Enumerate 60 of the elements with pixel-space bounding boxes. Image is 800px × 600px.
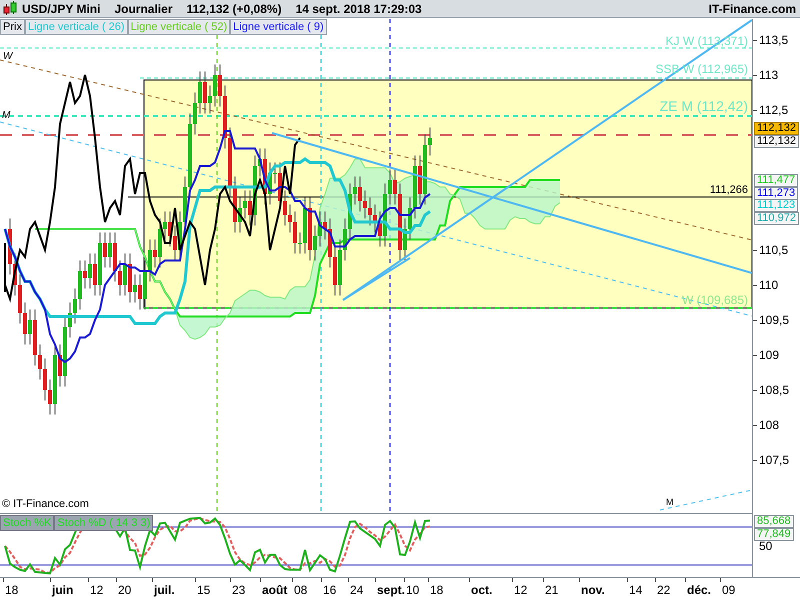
axis-label: 108,5	[759, 384, 790, 396]
axis-label: 109,5	[759, 314, 790, 326]
brand-name: IT-Finance.com	[708, 0, 796, 18]
axis-label: 113,5	[759, 34, 788, 46]
line-label: ZE M (112,42)	[660, 99, 748, 113]
axis-label: 110	[759, 279, 778, 291]
date-label: 09	[722, 584, 736, 596]
axis-label: 108	[759, 419, 780, 431]
legend-tab[interactable]: Ligne verticale ( 9)	[230, 19, 327, 35]
date-label: 10	[406, 584, 420, 596]
date-label: 14	[629, 584, 642, 596]
axis-label: 107,5	[759, 454, 790, 466]
date-label: 20	[118, 584, 132, 596]
price-quote: 112,132 (+0,08%)	[186, 0, 282, 18]
line-label: 111,266	[710, 185, 748, 196]
date-label: oct.	[471, 584, 492, 596]
line-label: SSB W (112,965)	[656, 63, 748, 75]
date-label: 16	[323, 584, 336, 596]
axis-label: 110,5	[759, 244, 788, 256]
date-label: 24	[350, 584, 364, 596]
axis-label: 50	[759, 540, 772, 552]
symbol-name: USD/JPY Mini	[22, 0, 100, 18]
date-label: 12	[514, 584, 528, 596]
line-label: M	[2, 111, 10, 121]
indicator-tag: 77,849	[754, 528, 794, 541]
legend-tab[interactable]: Stoch %D ( 14 3 3)	[54, 515, 154, 531]
axis-label: 109	[759, 349, 780, 361]
price-tag: 112,132	[754, 135, 799, 148]
date-label: juin	[52, 584, 74, 596]
date-label: 23	[232, 584, 246, 596]
date-label: 15	[197, 584, 210, 596]
axis-label: 112,5	[759, 104, 788, 116]
copyright-text: © IT-Finance.com	[2, 499, 89, 510]
legend-tab[interactable]: Stoch %K	[0, 515, 54, 531]
date-label: 22	[657, 584, 670, 596]
price-tag: 112,132	[754, 122, 799, 135]
date-label: juil.	[154, 584, 175, 596]
axis-label: 113	[759, 69, 778, 81]
line-label: M	[666, 498, 674, 507]
legend-tab[interactable]: Prix	[0, 19, 25, 35]
period-label: Journalier	[114, 0, 172, 18]
date-label: déc.	[687, 584, 712, 596]
date-label: nov.	[581, 584, 605, 596]
quote-timestamp: 14 sept. 2018 17:29:03	[296, 0, 422, 18]
date-label: août	[262, 584, 288, 596]
price-tag: 111,273	[754, 187, 798, 200]
price-tag: 110,972	[754, 212, 799, 225]
date-label: sept.	[377, 584, 406, 596]
price-tag: 111,477	[754, 174, 798, 187]
candlestick-icon	[3, 1, 17, 16]
date-label: 21	[545, 584, 558, 596]
indicator-tag: 85,668	[754, 515, 794, 528]
line-label: W	[3, 52, 12, 62]
date-label: 18	[5, 584, 18, 596]
date-label: 08	[294, 584, 308, 596]
date-label: 18	[430, 584, 444, 596]
legend-tab[interactable]: Ligne verticale ( 26)	[24, 19, 128, 35]
date-label: 12	[90, 584, 104, 596]
legend-tab[interactable]: Ligne verticale ( 52)	[128, 19, 230, 35]
price-tag: 111,123	[754, 199, 798, 212]
